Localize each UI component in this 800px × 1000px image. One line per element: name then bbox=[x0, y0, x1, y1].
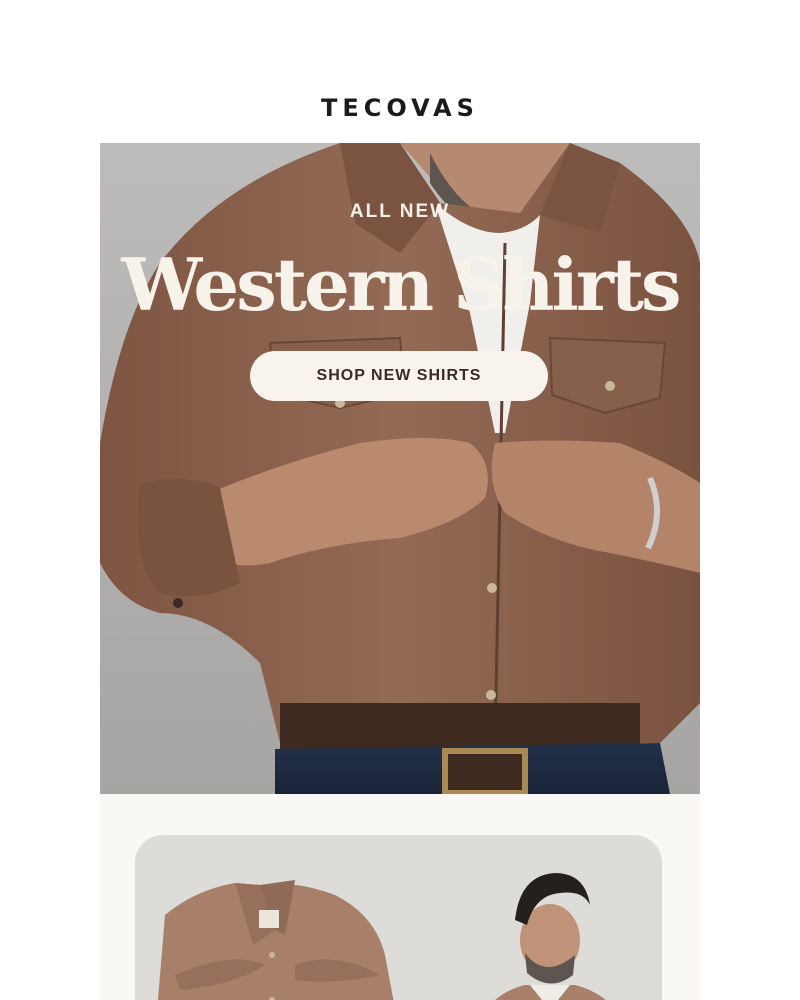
brand-logo[interactable]: TECOVAS bbox=[321, 94, 479, 122]
hero-title: Western Shirts bbox=[121, 242, 681, 327]
hero-eyebrow: ALL NEW bbox=[349, 201, 451, 222]
email-page: TECOVAS ALL NEW Western Shirts SHOP NEW … bbox=[0, 0, 800, 1000]
header: TECOVAS bbox=[100, 88, 700, 128]
shop-new-shirts-button[interactable]: SHOP NEW SHIRTS bbox=[250, 351, 548, 401]
product-card-photo bbox=[135, 835, 662, 1000]
product-card[interactable] bbox=[135, 835, 662, 1000]
